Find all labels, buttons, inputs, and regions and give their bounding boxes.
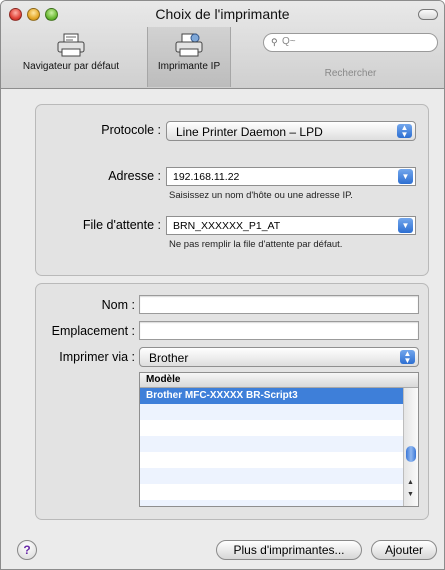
tab-default-browser[interactable]: Navigateur par défaut bbox=[7, 27, 135, 87]
more-printers-button[interactable]: Plus d'imprimantes... bbox=[216, 540, 362, 560]
chevron-down-icon[interactable]: ▼ bbox=[398, 169, 413, 184]
help-button[interactable]: ? bbox=[17, 540, 37, 560]
address-hint: Saisissez un nom d'hôte ou une adresse I… bbox=[169, 190, 353, 201]
list-item[interactable] bbox=[140, 436, 404, 452]
tab-ip-printer-label: Imprimante IP bbox=[157, 61, 221, 72]
scroll-up-icon[interactable]: ▲ bbox=[407, 479, 414, 486]
location-field[interactable] bbox=[139, 321, 419, 340]
queue-combo[interactable]: BRN_XXXXXX_P1_AT ▼ bbox=[166, 216, 416, 235]
list-item[interactable] bbox=[140, 404, 404, 420]
list-item[interactable] bbox=[140, 420, 404, 436]
tab-ip-printer[interactable]: Imprimante IP bbox=[147, 27, 231, 87]
protocol-popup[interactable]: Line Printer Daemon – LPD ▲ ▼ bbox=[166, 121, 416, 141]
list-item[interactable] bbox=[140, 500, 404, 506]
scroll-down-icon[interactable]: ▼ bbox=[407, 491, 414, 498]
updown-arrows-icon: ▲ ▼ bbox=[397, 124, 412, 139]
list-item[interactable] bbox=[140, 452, 404, 468]
scrollbar-thumb[interactable] bbox=[406, 446, 416, 462]
toolbar-toggle-button[interactable] bbox=[418, 9, 438, 20]
name-label: Nom : bbox=[101, 298, 135, 312]
search-placeholder: Q~ bbox=[282, 36, 296, 47]
address-combo[interactable]: 192.168.11.22 ▼ bbox=[166, 167, 416, 186]
queue-hint: Ne pas remplir la file d'attente par déf… bbox=[169, 239, 343, 250]
protocol-label: Protocole : bbox=[101, 123, 161, 137]
search-field[interactable]: ⚲ Q~ bbox=[263, 33, 438, 52]
search-label: Rechercher bbox=[324, 68, 377, 79]
model-column-header[interactable]: Modèle bbox=[140, 373, 418, 388]
list-item[interactable] bbox=[140, 484, 404, 500]
printer-browser-window: Choix de l'imprimante Navigateur par déf… bbox=[0, 0, 445, 570]
address-value: 192.168.11.22 bbox=[173, 171, 240, 183]
chevron-down-icon[interactable]: ▼ bbox=[398, 218, 413, 233]
queue-label: File d'attente : bbox=[82, 218, 161, 232]
address-label: Adresse : bbox=[108, 169, 161, 183]
window-title: Choix de l'imprimante bbox=[155, 6, 290, 22]
add-button[interactable]: Ajouter bbox=[371, 540, 437, 560]
protocol-value: Line Printer Daemon – LPD bbox=[176, 125, 323, 139]
search-icon: ⚲ bbox=[271, 37, 278, 47]
tab-default-browser-label: Navigateur par défaut bbox=[22, 61, 120, 72]
printer-icon bbox=[57, 33, 85, 57]
model-list[interactable]: Modèle Brother MFC-XXXXX BR-Script3 ▲ ▼ bbox=[139, 372, 419, 507]
list-item[interactable] bbox=[140, 468, 404, 484]
queue-value: BRN_XXXXXX_P1_AT bbox=[173, 220, 281, 232]
name-field[interactable] bbox=[139, 295, 419, 314]
updown-arrows-icon: ▲ ▼ bbox=[400, 350, 415, 365]
model-list-scrollbar[interactable]: ▲ ▼ bbox=[403, 388, 418, 506]
network-printer-icon bbox=[175, 33, 203, 57]
location-label: Emplacement : bbox=[51, 324, 135, 338]
print-via-popup[interactable]: Brother ▲ ▼ bbox=[139, 347, 419, 367]
print-via-label: Imprimer via : bbox=[59, 350, 135, 364]
print-via-value: Brother bbox=[149, 351, 189, 365]
toolbar: Choix de l'imprimante Navigateur par déf… bbox=[1, 1, 444, 89]
list-item[interactable]: Brother MFC-XXXXX BR-Script3 bbox=[140, 388, 404, 404]
